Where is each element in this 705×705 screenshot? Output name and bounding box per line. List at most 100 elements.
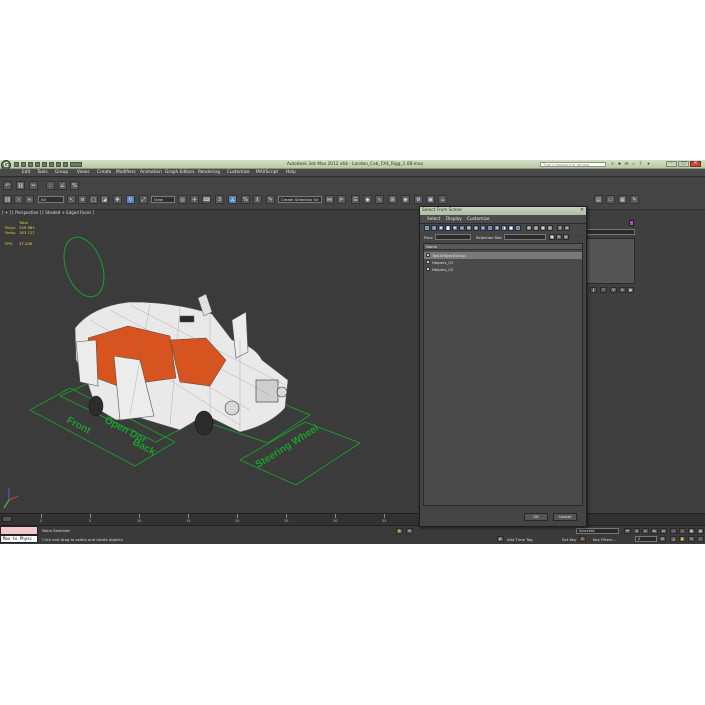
display-space-warps-icon[interactable]: ≈ [459, 225, 465, 231]
display-xrefs-icon[interactable]: ⊗ [473, 225, 479, 231]
lock-selection-icon[interactable]: 🔒 [396, 528, 403, 534]
fetch-icon[interactable] [56, 162, 61, 167]
open-file-icon[interactable] [21, 162, 26, 167]
project-folder-icon[interactable] [63, 162, 68, 167]
list-item[interactable]: Taxi4ObjectGroup [424, 252, 582, 259]
sync-selection-icon[interactable]: ⇄ [564, 225, 570, 231]
select-object-icon[interactable]: ↖ [67, 195, 76, 204]
align-icon[interactable]: ⊫ [337, 195, 346, 204]
rectangular-selection-icon[interactable]: □ [89, 195, 98, 204]
help-dropdown-icon[interactable]: ▾ [646, 162, 651, 167]
display-children-icon[interactable]: ▤ [526, 225, 532, 231]
select-and-move-icon[interactable]: ✥ [113, 195, 122, 204]
mini-curve-editor-toggle[interactable] [2, 516, 12, 522]
select-and-manipulate-icon[interactable]: ✢ [190, 195, 199, 204]
selection-filter-dropdown[interactable]: All [38, 196, 64, 203]
menu-modifiers[interactable]: Modifiers [116, 170, 136, 175]
named-selection-sets-dropdown[interactable]: Create Selection Se [278, 196, 322, 203]
name-column-header[interactable]: Name [424, 244, 582, 250]
keyboard-shortcut-toggle-icon[interactable]: ⌨ [202, 195, 211, 204]
find-input[interactable] [435, 234, 471, 240]
material-editor-icon[interactable]: ◉ [401, 195, 410, 204]
ok-button[interactable]: OK [524, 513, 548, 521]
menu-graph-editors[interactable]: Graph Editors [165, 170, 195, 175]
select-and-scale-icon[interactable]: ⤢ [139, 195, 148, 204]
zoom-icon[interactable]: ⌕ [670, 528, 677, 534]
window-crossing-icon[interactable]: ◪ [100, 195, 109, 204]
set-key-button[interactable]: Set Key [562, 537, 576, 542]
schematic-view-icon[interactable]: ⊞ [388, 195, 397, 204]
pan-view-icon[interactable]: ✋ [679, 536, 686, 542]
zoom-all-icon[interactable]: ⌕ [679, 528, 686, 534]
minimize-button[interactable]: – [666, 161, 677, 167]
percent-snap-icon[interactable]: % [70, 181, 79, 190]
mirror-icon[interactable]: ⋈ [325, 195, 334, 204]
display-geometry-icon[interactable]: ◯ [424, 225, 430, 231]
orbit-icon[interactable]: ↻ [688, 536, 695, 542]
menu-views[interactable]: Views [77, 170, 89, 175]
select-and-link-icon[interactable]: ⛓ [3, 195, 12, 204]
zoom-extents-icon[interactable]: ▣ [688, 528, 695, 534]
dialog-title[interactable]: Select From Scene [420, 207, 586, 215]
list-item[interactable]: Helpers_02 [424, 266, 582, 273]
maximize-button[interactable]: □ [678, 161, 689, 167]
graphite-toggle-icon[interactable]: ◆ [363, 195, 372, 204]
new-file-icon[interactable] [14, 162, 19, 167]
menu-customize[interactable]: Customize [227, 170, 250, 175]
dialog-menu-display[interactable]: Display [446, 217, 462, 222]
modifier-list-dropdown[interactable] [586, 229, 635, 235]
layer-manager-icon[interactable]: ☰ [351, 195, 360, 204]
snaps-toggle-icon[interactable]: 3 [215, 195, 224, 204]
curve-editor-icon[interactable]: ∿ [375, 195, 384, 204]
current-frame-field[interactable]: 0 [635, 536, 657, 542]
display-shapes-icon[interactable]: ◎ [431, 225, 437, 231]
select-children-icon[interactable]: ▧ [547, 225, 553, 231]
display-cameras-icon[interactable]: ◙ [445, 225, 451, 231]
angle-snap-icon[interactable]: ∠ [58, 181, 67, 190]
dialog-menu-customize[interactable]: Customize [467, 217, 490, 222]
menu-create[interactable]: Create [97, 170, 111, 175]
display-dependents-icon[interactable]: ▦ [540, 225, 546, 231]
cancel-button[interactable]: Cancel [553, 513, 577, 521]
utilities-icon[interactable]: ▦ [618, 195, 627, 204]
display-all-icon[interactable]: ■ [508, 225, 514, 231]
unlink-icon[interactable]: ✂ [29, 181, 38, 190]
make-unique-icon[interactable]: ∀ [610, 287, 617, 293]
maxscript-listener-input[interactable]: Max to Physc [0, 535, 38, 543]
pin-stack-icon[interactable]: ‖ [590, 287, 597, 293]
auto-key-selection-dropdown[interactable]: Selected [576, 528, 619, 534]
maximize-viewport-icon[interactable]: ⛶ [697, 536, 704, 542]
trackbar[interactable]: 0 5 10 15 20 25 30 35 [0, 513, 705, 525]
favorites-icon[interactable]: ☆ [631, 162, 636, 167]
display-frozen-icon[interactable]: ❄ [494, 225, 500, 231]
close-button[interactable]: ✕ [690, 161, 701, 167]
time-tag-icon[interactable]: ◐ [497, 536, 504, 542]
remove-modifier-icon[interactable]: ⊘ [619, 287, 626, 293]
list-item[interactable]: Helpers_01 [424, 259, 582, 266]
dialog-close-icon[interactable]: ✕ [579, 208, 585, 214]
layer-toolbar-icon[interactable]: ▤ [594, 195, 603, 204]
select-link-icon[interactable]: ⛓ [16, 181, 25, 190]
rendered-frame-window-icon[interactable]: ▣ [426, 195, 435, 204]
select-by-name-icon[interactable]: ≡ [78, 195, 87, 204]
render-production-icon[interactable]: ☕ [438, 195, 447, 204]
edit-named-selection-icon[interactable]: ✎ [266, 195, 275, 204]
search-icon[interactable]: ⌕ [610, 162, 615, 167]
zoom-extents-all-icon[interactable]: ▦ [697, 528, 704, 534]
display-containers-icon[interactable]: ▢ [487, 225, 493, 231]
menu-group[interactable]: Group [55, 170, 68, 175]
perspective-viewport[interactable]: [ + ] [ Perspective ] [ Shaded + Edged F… [0, 210, 415, 513]
next-frame-icon[interactable]: ▸▸ [651, 528, 658, 534]
add-time-tag[interactable]: Add Time Tag [507, 537, 532, 542]
redo-icon[interactable] [42, 162, 47, 167]
display-panel-icon[interactable]: ▭ [606, 195, 615, 204]
filter-icon[interactable]: ⊽ [557, 225, 563, 231]
menu-animation[interactable]: Animation [140, 170, 162, 175]
display-groups-icon[interactable]: ⊞ [466, 225, 472, 231]
dialog-menu-select[interactable]: Select [427, 217, 440, 222]
set-key-icon[interactable]: ⚿ [579, 536, 586, 542]
display-lights-icon[interactable]: ✹ [438, 225, 444, 231]
display-helpers-icon[interactable]: ✚ [452, 225, 458, 231]
spinner-snap-toggle-icon[interactable]: ⇕ [253, 195, 262, 204]
menu-help[interactable]: Help [286, 170, 296, 175]
